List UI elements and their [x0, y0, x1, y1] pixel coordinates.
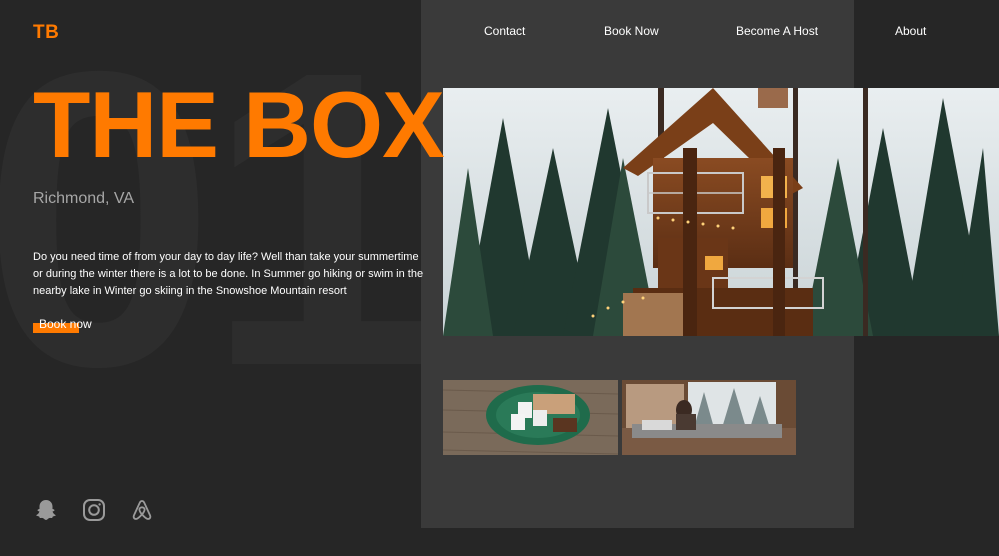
description-text: Do you need time of from your day to day…	[33, 251, 424, 297]
nav-become-a-host[interactable]: Become A Host	[736, 24, 818, 38]
landing-page: 01 TB Contact Book Now Become A Host Abo…	[0, 0, 999, 556]
top-nav: Contact Book Now Become A Host About	[0, 24, 999, 42]
nav-contact[interactable]: Contact	[484, 24, 525, 38]
nav-about[interactable]: About	[895, 24, 926, 38]
snapchat-icon[interactable]	[33, 497, 59, 523]
instagram-icon[interactable]	[81, 497, 107, 523]
thumbnail-cozy-bed[interactable]	[622, 380, 796, 455]
book-now-label: Book now	[39, 317, 92, 331]
nav-book-now[interactable]: Book Now	[604, 24, 659, 38]
thumbnail-smores[interactable]	[443, 380, 618, 455]
location-text: Richmond, VA	[33, 190, 135, 207]
social-links	[33, 497, 155, 523]
hero-image-treehouse	[443, 88, 999, 336]
airbnb-icon[interactable]	[129, 497, 155, 523]
page-title: THE BOX	[33, 72, 445, 177]
book-now-button[interactable]: Book now	[33, 317, 92, 331]
